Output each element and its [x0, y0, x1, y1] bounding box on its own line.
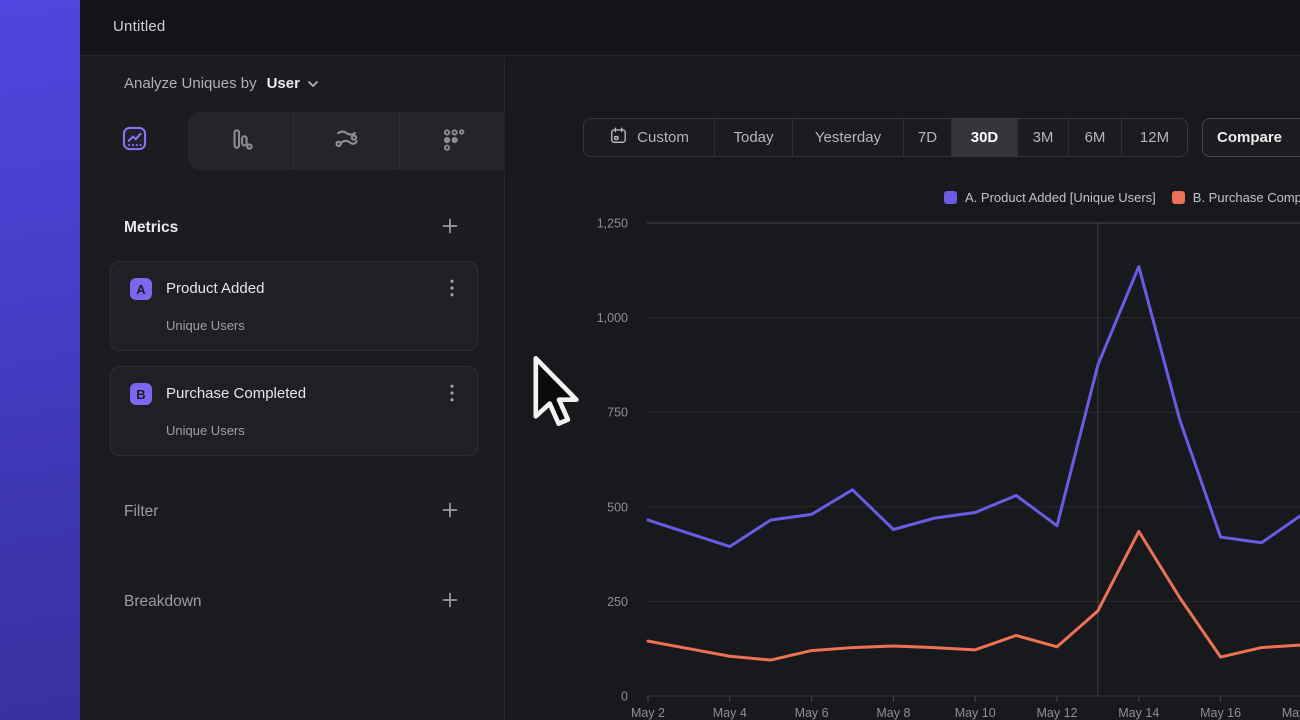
- range-12m-button[interactable]: 12M: [1121, 119, 1187, 156]
- svg-text:May 12: May 12: [1037, 706, 1078, 720]
- kebab-menu-icon: [450, 384, 454, 407]
- sidebar: Analyze Uniques by User: [80, 57, 505, 720]
- bar-chart-icon: [228, 126, 254, 157]
- tab-flow-chart[interactable]: [293, 112, 399, 170]
- plus-icon: [441, 501, 459, 524]
- svg-text:May 18: May 18: [1282, 706, 1300, 720]
- add-breakdown-button[interactable]: [440, 592, 460, 612]
- svg-text:1,250: 1,250: [597, 217, 628, 231]
- compare-button[interactable]: Compare: [1202, 118, 1300, 157]
- metric-card-a[interactable]: A Product Added Unique Users: [110, 261, 478, 351]
- svg-text:0: 0: [621, 690, 628, 704]
- left-gradient-strip: [0, 0, 80, 720]
- chart-type-tabs: [80, 112, 505, 170]
- svg-text:May 2: May 2: [631, 706, 665, 720]
- line-chart-icon: [121, 125, 148, 157]
- line-chart: 0 250 500 750 1,000 1,250 May 2 May 4 May 6 May 8…: [505, 180, 1300, 720]
- metric-title: Product Added: [166, 280, 264, 297]
- tab-line-chart[interactable]: [80, 112, 188, 170]
- metric-subtitle: Unique Users: [166, 423, 245, 438]
- add-metric-button[interactable]: [440, 218, 460, 238]
- app-window: Untitled Analyze Uniques by User: [0, 0, 1300, 720]
- svg-text:250: 250: [607, 595, 628, 609]
- svg-text:May 10: May 10: [955, 706, 996, 720]
- metrics-header: Metrics: [124, 219, 178, 237]
- metric-badge-a: A: [130, 278, 152, 300]
- kebab-menu-icon: [450, 279, 454, 302]
- grid-chart-icon: [440, 126, 466, 157]
- analyze-by-dropdown[interactable]: User: [267, 75, 300, 92]
- plus-icon: [441, 591, 459, 614]
- range-yesterday-button[interactable]: Yesterday: [792, 119, 903, 156]
- svg-text:May 8: May 8: [876, 706, 910, 720]
- range-3m-button[interactable]: 3M: [1017, 119, 1068, 156]
- analyze-by-row: Analyze Uniques by User: [124, 75, 319, 92]
- chevron-down-icon[interactable]: [307, 80, 319, 88]
- svg-text:May 14: May 14: [1118, 706, 1159, 720]
- metric-menu-button[interactable]: [443, 280, 461, 300]
- tab-grid-chart[interactable]: [399, 112, 505, 170]
- metric-subtitle: Unique Users: [166, 318, 245, 333]
- svg-text:May 16: May 16: [1200, 706, 1241, 720]
- range-6m-button[interactable]: 6M: [1068, 119, 1121, 156]
- range-7d-button[interactable]: 7D: [903, 119, 951, 156]
- svg-text:May 4: May 4: [713, 706, 747, 720]
- flow-chart-icon: [333, 125, 360, 157]
- page-title: Untitled: [113, 18, 165, 35]
- filter-header: Filter: [124, 503, 158, 521]
- metric-card-b[interactable]: B Purchase Completed Unique Users: [110, 366, 478, 456]
- range-custom-button[interactable]: Custom: [584, 119, 714, 156]
- add-filter-button[interactable]: [440, 502, 460, 522]
- metric-badge-b: B: [130, 383, 152, 405]
- analyze-by-label: Analyze Uniques by: [124, 75, 257, 92]
- svg-text:May 6: May 6: [795, 706, 829, 720]
- metric-menu-button[interactable]: [443, 385, 461, 405]
- tab-bar-chart[interactable]: [188, 112, 293, 170]
- breakdown-header: Breakdown: [124, 593, 202, 611]
- chart-type-tab-group: [188, 112, 505, 170]
- range-today-button[interactable]: Today: [714, 119, 792, 156]
- range-30d-button[interactable]: 30D: [951, 119, 1017, 156]
- metric-title: Purchase Completed: [166, 385, 306, 402]
- svg-text:500: 500: [607, 500, 628, 514]
- top-bar: Untitled: [80, 0, 1300, 56]
- calendar-icon: [609, 126, 628, 149]
- svg-text:1,000: 1,000: [597, 311, 628, 325]
- plus-icon: [441, 217, 459, 240]
- date-range-control: Custom Today Yesterday 7D 30D 3M 6M 12M: [583, 118, 1188, 157]
- svg-text:750: 750: [607, 406, 628, 420]
